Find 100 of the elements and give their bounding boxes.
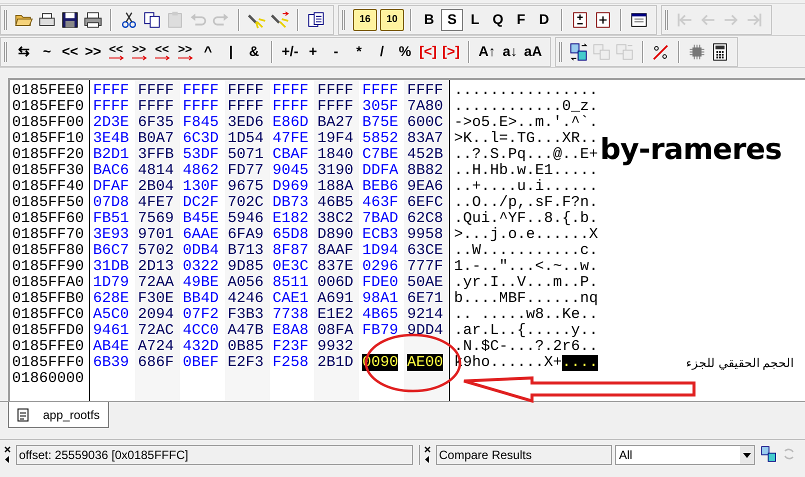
hex-cell[interactable]: E8A8 [272,322,309,339]
hex-cell[interactable]: 9932 [317,338,354,355]
hex-cell[interactable]: 7738 [272,306,309,323]
hex-cell[interactable]: 0E3C [272,258,309,275]
hex-cell[interactable]: 4B65 [362,306,398,323]
toolbar-button[interactable]: >> [82,40,104,62]
hex-cell[interactable]: 07D8 [93,194,130,211]
toolbar-button[interactable]: * [348,40,370,62]
hex-cell[interactable]: 777F [407,258,444,275]
hex-cell[interactable]: 686F [138,354,174,371]
hex-cell[interactable]: 50AE [407,274,444,291]
hex-cell[interactable]: 130F [182,178,219,195]
hex-cell[interactable]: 6FA9 [228,226,264,243]
hex-cell[interactable]: 432D [182,338,219,355]
hex-cell[interactable]: 65D8 [272,226,309,243]
hex-cell[interactable]: CBAF [272,146,309,163]
hex-cell[interactable]: 4FE7 [138,194,174,211]
hex-cell[interactable]: B0A7 [138,130,174,147]
hex-cell[interactable]: 2B04 [138,178,174,195]
hex-cell[interactable]: 6F35 [138,114,174,131]
hex-cell[interactable]: 5852 [362,130,398,147]
hex-cell[interactable]: 2D3E [93,114,130,131]
hex-cell[interactable]: 7569 [138,210,174,227]
hex-cell[interactable]: FD77 [228,162,264,179]
hex-cell[interactable]: E182 [272,210,309,227]
hex-cell[interactable]: 4862 [182,162,219,179]
toolbar-button[interactable]: | [220,40,242,62]
hex-cell[interactable]: BAC6 [93,162,130,179]
hex-cell[interactable]: 006D [317,274,354,291]
hex-cell[interactable]: 6B39 [93,354,130,371]
hex-cell[interactable]: F258 [272,354,309,371]
hex-cell[interactable]: FFFF [228,82,264,99]
hex-cell[interactable]: 4CC0 [182,322,219,339]
hex-cell[interactable]: FFFF [138,98,174,115]
hex-cell[interactable]: 0BEF [182,354,219,371]
toolbar-button[interactable]: + [302,40,324,62]
hex-cell[interactable]: FFFF [317,98,354,115]
hex-cell[interactable]: 8511 [272,274,309,291]
hex-cell[interactable]: 0322 [182,258,219,275]
hex-cell[interactable]: FB79 [362,322,398,339]
hex-cell[interactable]: 3190 [317,162,354,179]
hex-cell[interactable]: 9DD4 [407,322,444,339]
hex-cell[interactable]: A47B [228,322,264,339]
hex-cell[interactable]: 0B85 [228,338,264,355]
hex-cell[interactable]: 72AA [138,274,174,291]
hex-cell[interactable]: 72AC [138,322,174,339]
filter-dropdown[interactable]: All [615,445,755,465]
hex-cell[interactable]: 5071 [228,146,264,163]
toolbar-button[interactable]: S [441,8,463,30]
hex-cell[interactable]: E1E2 [317,306,354,323]
hex-cell[interactable]: F30E [138,290,174,307]
hex-cell[interactable]: 0296 [362,258,398,275]
document-tab[interactable]: app_rootfs [8,402,109,428]
hex-cell[interactable]: 0DB4 [182,242,219,259]
hex-cell[interactable]: FFFF [362,82,398,99]
hex-cell[interactable]: 63CE [407,242,444,259]
hex-cell[interactable]: B6C7 [93,242,130,259]
hex-cell[interactable]: 19F4 [317,130,354,147]
hex-cell[interactable]: F3B3 [228,306,264,323]
hex-cell[interactable]: FFFF [272,82,309,99]
hex-cell[interactable]: 305F [362,98,398,115]
hex-cell[interactable]: 9701 [138,226,174,243]
hex-cell[interactable]: AB4E [93,338,130,355]
hex-cell[interactable]: CAE1 [272,290,309,307]
hex-cell[interactable]: ECB3 [362,226,398,243]
toolbar-button[interactable]: [<] [417,40,439,62]
shift-button[interactable]: << [105,40,127,64]
hex-cell[interactable]: FDE0 [362,274,398,291]
hex-cell[interactable]: 5946 [228,210,264,227]
hex-cell[interactable]: DB73 [272,194,309,211]
shift-button[interactable]: >> [128,40,150,64]
hex-cell[interactable]: DFAF [93,178,130,195]
hex-cell[interactable]: FFFF [93,82,130,99]
hex-cell[interactable]: FFFF [138,82,174,99]
toolbar-button[interactable]: a↓ [499,40,521,62]
hex-cell[interactable]: 53DF [182,146,219,163]
hex-cell[interactable]: FB51 [93,210,130,227]
toolbar-button[interactable]: F [510,8,532,30]
toolbar-button[interactable]: % [394,40,416,62]
hex-cell[interactable]: 5702 [138,242,174,259]
hex-cell[interactable]: DC2F [182,194,219,211]
hex-cell[interactable]: D969 [272,178,309,195]
hex-cell[interactable]: 600C [407,114,444,131]
hex-cell[interactable]: B75E [362,114,398,131]
hex-cell[interactable]: 9461 [93,322,130,339]
hex-cell[interactable]: B713 [228,242,264,259]
hex-cell[interactable]: 452B [407,146,444,163]
hex-cell[interactable]: A724 [138,338,174,355]
shift-button[interactable]: << [151,40,173,64]
hex-cell[interactable]: 4814 [138,162,174,179]
hex-cell[interactable]: 38C2 [317,210,354,227]
hex-cell[interactable]: 47FE [272,130,309,147]
hex-cell[interactable]: A691 [317,290,354,307]
hex-cell[interactable]: 628E [93,290,130,307]
hex-cell[interactable]: 188A [317,178,354,195]
hex-cell[interactable]: 3E4B [93,130,130,147]
toolbar-button[interactable]: D [533,8,555,30]
hex-cell[interactable]: 1D94 [362,242,398,259]
hex-cell[interactable]: D890 [317,226,354,243]
hex-cell[interactable]: 6EFC [407,194,444,211]
